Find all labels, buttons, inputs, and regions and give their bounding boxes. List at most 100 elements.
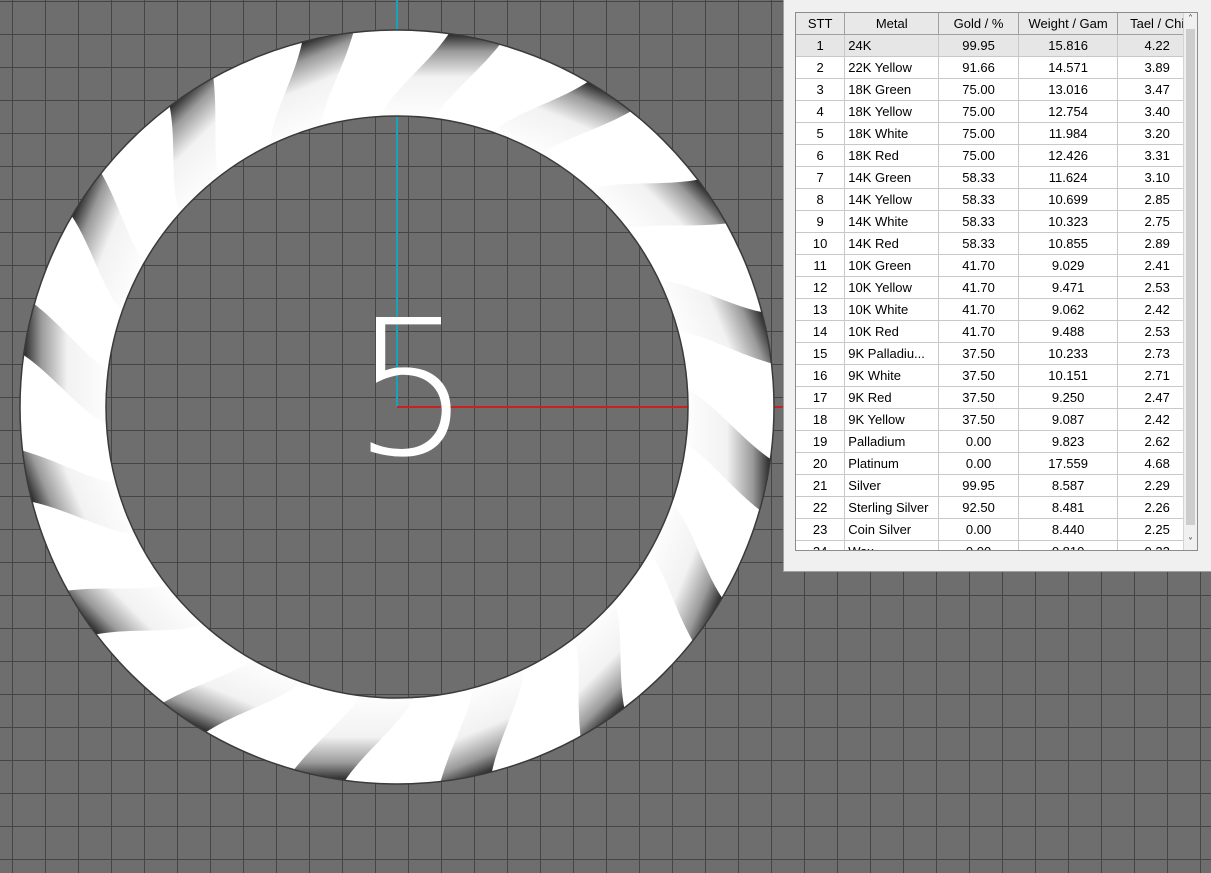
table-cell: 8.587: [1018, 474, 1119, 497]
table-row[interactable]: 4 18K Yellow 75.00 12.754 3.40: [796, 100, 1197, 123]
table-row[interactable]: 12 10K Yellow 41.70 9.471 2.53: [796, 276, 1197, 299]
table-cell: 13: [796, 298, 846, 321]
scroll-thumb[interactable]: [1186, 29, 1195, 525]
table-cell: 75.00: [938, 78, 1019, 101]
table-cell: 8: [796, 188, 846, 211]
table-row[interactable]: 14 10K Red 41.70 9.488 2.53: [796, 320, 1197, 343]
table-row[interactable]: 11 10K Green 41.70 9.029 2.41: [796, 254, 1197, 277]
table-cell: 14K White: [844, 210, 940, 233]
table-cell: 21: [796, 474, 846, 497]
table-cell: 20: [796, 452, 846, 475]
table-cell: 37.50: [938, 364, 1019, 387]
table-row[interactable]: 19 Palladium 0.00 9.823 2.62: [796, 430, 1197, 453]
table-cell: 41.70: [938, 276, 1019, 299]
table-row[interactable]: 13 10K White 41.70 9.062 2.42: [796, 298, 1197, 321]
table-cell: 4: [796, 100, 846, 123]
table-cell: 18K White: [844, 122, 940, 145]
table-cell: 75.00: [938, 144, 1019, 167]
table-cell: 37.50: [938, 342, 1019, 365]
table-cell: 19: [796, 430, 846, 453]
table-cell: 14K Green: [844, 166, 940, 189]
table-cell: 3: [796, 78, 846, 101]
table-cell: 58.33: [938, 166, 1019, 189]
table-cell: 9: [796, 210, 846, 233]
table-cell: 14: [796, 320, 846, 343]
table-cell: 8.440: [1018, 518, 1119, 541]
column-header[interactable]: Metal: [844, 13, 940, 35]
table-row[interactable]: 3 18K Green 75.00 13.016 3.47: [796, 78, 1197, 101]
table-cell: 22: [796, 496, 846, 519]
metal-table[interactable]: STT Metal Gold / % Weight / Gam Tael / Chi 1…: [795, 12, 1198, 551]
table-row[interactable]: 22 Sterling Silver 92.50 8.481 2.26: [796, 496, 1197, 519]
table-cell: 24K: [844, 34, 940, 57]
table-cell: Silver: [844, 474, 940, 497]
table-cell: 9K White: [844, 364, 940, 387]
column-header[interactable]: Weight / Gam: [1018, 13, 1119, 35]
table-row[interactable]: 9 14K White 58.33 10.323 2.75: [796, 210, 1197, 233]
table-cell: 7: [796, 166, 846, 189]
metal-weight-panel: STT Metal Gold / % Weight / Gam Tael / Chi 1…: [783, 0, 1211, 572]
table-row[interactable]: 1 24K 99.95 15.816 4.22: [796, 34, 1197, 57]
table-cell: 14.571: [1018, 56, 1119, 79]
table-cell: 58.33: [938, 210, 1019, 233]
table-cell: 17: [796, 386, 846, 409]
table-cell: 9.087: [1018, 408, 1119, 431]
table-cell: 10K Green: [844, 254, 940, 277]
table-cell: 12.426: [1018, 144, 1119, 167]
table-cell: 9.029: [1018, 254, 1119, 277]
table-cell: 18K Yellow: [844, 100, 940, 123]
table-row[interactable]: 24Wax0.000.8100.22: [796, 540, 1197, 550]
table-row[interactable]: 17 9K Red 37.50 9.250 2.47: [796, 386, 1197, 409]
table-cell: 58.33: [938, 232, 1019, 255]
table-row[interactable]: 7 14K Green 58.33 11.624 3.10: [796, 166, 1197, 189]
table-cell: 41.70: [938, 320, 1019, 343]
table-cell: 2: [796, 56, 846, 79]
table-cell: Palladium: [844, 430, 940, 453]
table-cell: 9.250: [1018, 386, 1119, 409]
table-cell: 18K Green: [844, 78, 940, 101]
table-cell: 0.810: [1018, 540, 1119, 550]
table-row[interactable]: 10 14K Red 58.33 10.855 2.89: [796, 232, 1197, 255]
table-cell: 15.816: [1018, 34, 1119, 57]
table-row[interactable]: 8 14K Yellow 58.33 10.699 2.85: [796, 188, 1197, 211]
table-cell: 13.016: [1018, 78, 1119, 101]
table-cell: Wax: [844, 540, 940, 550]
table-cell: 14K Yellow: [844, 188, 940, 211]
table-cell: 75.00: [938, 122, 1019, 145]
table-cell: 12.754: [1018, 100, 1119, 123]
column-header[interactable]: Gold / %: [938, 13, 1019, 35]
table-cell: Platinum: [844, 452, 940, 475]
table-row[interactable]: 5 18K White 75.00 11.984 3.20: [796, 122, 1197, 145]
table-cell: 75.00: [938, 100, 1019, 123]
table-cell: 0.00: [938, 540, 1019, 550]
table-row[interactable]: 6 18K Red 75.00 12.426 3.31: [796, 144, 1197, 167]
table-cell: 9.823: [1018, 430, 1119, 453]
table-row[interactable]: 16 9K White 37.50 10.151 2.71: [796, 364, 1197, 387]
table-cell: 58.33: [938, 188, 1019, 211]
chevron-up-icon[interactable]: ˄: [1184, 13, 1197, 27]
table-cell: 0.00: [938, 452, 1019, 475]
table-cell: 10: [796, 232, 846, 255]
table-cell: 22K Yellow: [844, 56, 940, 79]
table-cell: 9K Yellow: [844, 408, 940, 431]
table-cell: 24: [796, 540, 846, 550]
table-row[interactable]: 23 Coin Silver 0.00 8.440 2.25: [796, 518, 1197, 541]
table-row[interactable]: 21 Silver 99.95 8.587 2.29: [796, 474, 1197, 497]
table-row[interactable]: 20 Platinum 0.00 17.559 4.68: [796, 452, 1197, 475]
table-cell: 10.323: [1018, 210, 1119, 233]
table-row[interactable]: 15 9K Palladiu... 37.50 10.233 2.73: [796, 342, 1197, 365]
table-scrollbar[interactable]: ˄ ˅: [1183, 13, 1197, 550]
table-cell: 41.70: [938, 298, 1019, 321]
chevron-down-icon[interactable]: ˅: [1184, 536, 1197, 550]
table-cell: 12: [796, 276, 846, 299]
table-cell: Sterling Silver: [844, 496, 940, 519]
table-row[interactable]: 2 22K Yellow 91.66 14.571 3.89: [796, 56, 1197, 79]
table-cell: 16: [796, 364, 846, 387]
table-cell: 10K Red: [844, 320, 940, 343]
table-cell: 10.151: [1018, 364, 1119, 387]
table-cell: 10.699: [1018, 188, 1119, 211]
table-row[interactable]: 18 9K Yellow 37.50 9.087 2.42: [796, 408, 1197, 431]
table-cell: 9.471: [1018, 276, 1119, 299]
table-cell: 18: [796, 408, 846, 431]
column-header[interactable]: STT: [796, 13, 846, 35]
